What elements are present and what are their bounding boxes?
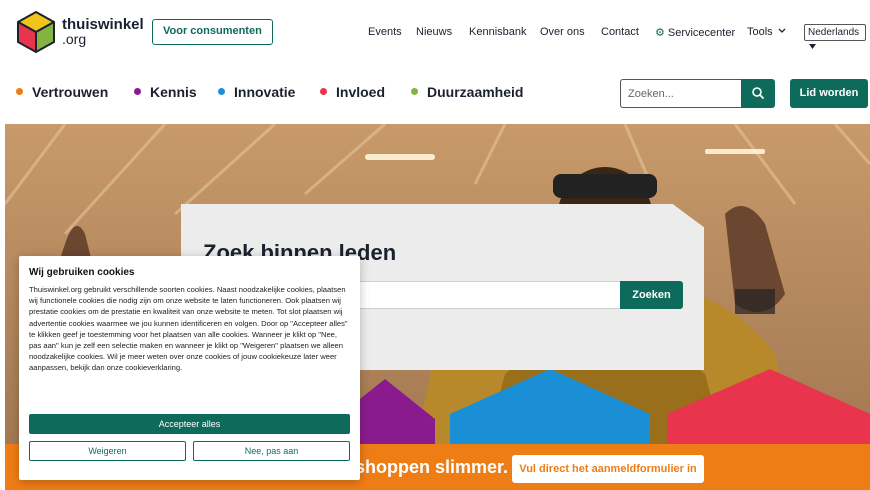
nav-contact[interactable]: Contact [601,26,639,38]
pillar-invloed[interactable]: Invloed [320,84,385,100]
nav-label: Tools [747,26,773,38]
consumers-button[interactable]: Voor consumenten [152,19,273,45]
cookie-title: Wij gebruiken cookies [29,267,135,278]
nav-label: Events [368,26,402,38]
top-bar: thuiswinkel .org Voor consumenten Events… [0,0,870,64]
gear-icon: ⚙ [655,27,665,39]
nav-label: Nieuws [416,26,453,38]
cookie-dialog: Wij gebruiken cookies Thuiswinkel.org ge… [19,256,360,480]
customize-button[interactable]: Nee, pas aan [193,441,350,461]
accept-all-button[interactable]: Accepteer alles [29,414,350,434]
pillar-dot [218,88,225,95]
pillar-kennis[interactable]: Kennis [134,84,197,100]
pillar-dot [320,88,327,95]
nav-tools[interactable]: Tools [747,26,786,38]
chevron-down-icon [809,44,816,49]
nav-nieuws[interactable]: Nieuws [416,26,452,38]
logo-name: thuiswinkel [62,16,144,33]
pillar-label: Innovatie [234,84,296,100]
pillar-duurzaamheid[interactable]: Duurzaamheid [411,84,523,100]
search-icon [752,87,764,99]
logo-tld: .org [62,31,87,47]
decline-button[interactable]: Weigeren [29,441,186,461]
pillar-label: Kennis [150,84,197,100]
signup-band-text: shoppen slimmer. [355,457,509,477]
nav-label: Kennisbank [469,26,527,38]
nav-label: Contact [601,26,639,38]
cookie-body: Thuiswinkel.org gebruikt verschillende s… [29,285,348,373]
signup-form-button[interactable]: Vul direct het aanmeldformulier in [512,455,704,483]
nav-servicecenter[interactable]: ⚙ Servicecenter [655,26,735,39]
language-value: Nederlands [808,27,860,38]
member-search-button[interactable]: Zoeken [620,281,683,309]
nav-over-ons[interactable]: Over ons [540,26,585,38]
pillar-label: Duurzaamheid [427,84,524,100]
pillar-vertrouwen[interactable]: Vertrouwen [16,84,108,100]
nav-label: Over ons [540,26,585,38]
nav-events[interactable]: Events [368,26,402,38]
pillar-label: Vertrouwen [32,84,109,100]
nav-kennisbank[interactable]: Kennisbank [469,26,527,38]
page: thuiswinkel .org Voor consumenten Events… [0,0,870,490]
pillar-dot [16,88,23,95]
nav-label: Servicecenter [667,27,736,39]
pillar-dot [411,88,418,95]
search-button[interactable] [741,79,775,108]
chevron-down-icon [778,28,786,33]
pillar-nav: Vertrouwen Kennis Innovatie Invloed Duur… [0,78,600,108]
search-input[interactable]: Zoeken... [620,79,742,108]
pillar-innovatie[interactable]: Innovatie [218,84,295,100]
pillar-dot [134,88,141,95]
logo[interactable]: thuiswinkel .org [16,10,144,54]
logo-cube-icon [17,11,55,53]
language-select[interactable]: Nederlands [804,24,866,49]
pillar-label: Invloed [336,84,386,100]
join-button[interactable]: Lid worden [790,79,868,108]
